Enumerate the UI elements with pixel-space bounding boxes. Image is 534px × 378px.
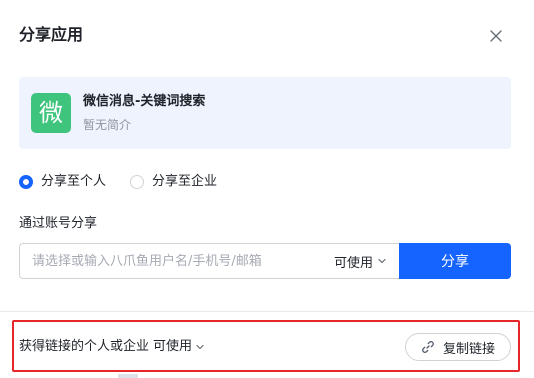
- app-description: 暂无简介: [83, 118, 132, 132]
- app-name: 微信消息-关键词搜索: [83, 94, 206, 109]
- link-share-text: 获得链接的个人或企业: [19, 339, 150, 354]
- account-search-input[interactable]: [20, 244, 326, 278]
- radio-label-enterprise: 分享至企业: [152, 174, 218, 189]
- share-button[interactable]: 分享: [399, 243, 511, 279]
- permission-select[interactable]: 可使用: [326, 252, 399, 271]
- radio-checked-icon: [19, 175, 33, 189]
- link-icon: [421, 340, 435, 354]
- chevron-down-icon: [195, 342, 205, 352]
- copy-link-button[interactable]: 复制链接: [405, 333, 511, 361]
- app-icon: 微: [31, 93, 71, 133]
- dialog-title: 分享应用: [19, 25, 84, 44]
- link-share-row: 获得链接的个人或企业 可使用: [19, 338, 205, 356]
- account-share-label: 通过账号分享: [19, 216, 98, 231]
- close-button[interactable]: [486, 26, 506, 46]
- bottom-edge-fragment: [118, 374, 138, 378]
- share-app-dialog: 分享应用 微 微信消息-关键词搜索 暂无简介 分享至个人 分享至企业 通过账号分…: [0, 0, 534, 378]
- share-target-radio-group: 分享至个人 分享至企业: [19, 172, 241, 192]
- copy-link-label: 复制链接: [442, 341, 495, 357]
- footer-divider: [0, 311, 534, 312]
- radio-unchecked-icon: [130, 175, 145, 189]
- close-icon: [490, 30, 502, 42]
- link-permission-value: 可使用: [153, 339, 193, 354]
- radio-share-to-person[interactable]: 分享至个人: [19, 172, 106, 192]
- radio-label-person: 分享至个人: [41, 174, 107, 189]
- app-card: 微 微信消息-关键词搜索 暂无简介: [19, 77, 511, 149]
- radio-share-to-enterprise[interactable]: 分享至企业: [130, 172, 217, 192]
- chevron-down-icon: [377, 256, 387, 266]
- account-input-wrapper: 可使用: [19, 243, 399, 279]
- link-permission-select[interactable]: 可使用: [153, 338, 205, 356]
- permission-select-value: 可使用: [333, 255, 373, 271]
- account-share-row: 可使用 分享: [19, 243, 511, 279]
